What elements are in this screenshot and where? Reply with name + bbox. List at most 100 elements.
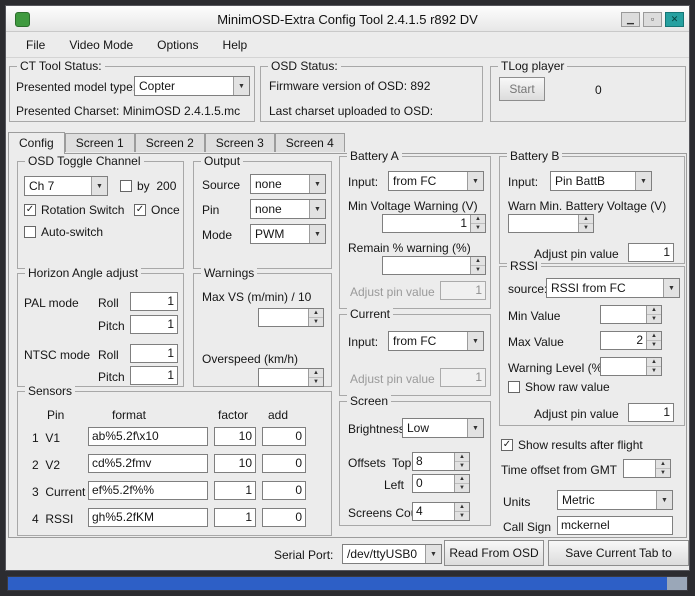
chevron-down-icon[interactable] xyxy=(309,175,325,193)
chevron-down-icon[interactable] xyxy=(309,225,325,243)
overspeed-spinner[interactable] xyxy=(258,368,324,387)
maximize-button[interactable] xyxy=(643,12,662,27)
sensor-factor-field[interactable]: 1 xyxy=(214,481,256,500)
battery-a-input-select[interactable]: from FC xyxy=(388,171,484,191)
save-current-tab-button[interactable]: Save Current Tab to xyxy=(548,540,689,566)
sensor-add-field[interactable]: 0 xyxy=(262,427,306,446)
offset-left-spinner[interactable]: 0 xyxy=(412,474,470,493)
spin-up-icon[interactable] xyxy=(309,309,323,317)
chevron-down-icon[interactable] xyxy=(467,419,483,437)
sensor-add-field[interactable]: 0 xyxy=(262,481,306,500)
spin-up-icon[interactable] xyxy=(471,257,485,265)
spin-down-icon[interactable] xyxy=(471,265,485,274)
tab-config[interactable]: Config xyxy=(8,132,65,154)
chevron-down-icon[interactable] xyxy=(233,77,249,95)
sensor-add-field[interactable]: 0 xyxy=(262,508,306,527)
spin-down-icon[interactable] xyxy=(471,223,485,232)
spin-down-icon[interactable] xyxy=(647,314,661,323)
output-mode-select[interactable]: PWM xyxy=(250,224,326,244)
spin-down-icon[interactable] xyxy=(455,461,469,470)
sensor-format-field[interactable]: ef%5.2f%% xyxy=(88,481,208,500)
chevron-down-icon[interactable] xyxy=(309,200,325,218)
ntsc-pitch-field[interactable]: 1 xyxy=(130,366,178,385)
battery-b-input-select[interactable]: Pin BattB xyxy=(550,171,652,191)
chevron-down-icon[interactable] xyxy=(635,172,651,190)
spin-up-icon[interactable] xyxy=(455,453,469,461)
spin-up-icon[interactable] xyxy=(656,460,670,468)
spin-up-icon[interactable] xyxy=(579,215,593,223)
tab-screen-2[interactable]: Screen 2 xyxy=(135,133,205,152)
spin-down-icon[interactable] xyxy=(656,468,670,477)
sensor-factor-field[interactable]: 1 xyxy=(214,508,256,527)
auto-switch-checkbox[interactable]: Auto-switch xyxy=(24,225,103,239)
show-raw-value-checkbox[interactable]: Show raw value xyxy=(508,380,610,394)
gmt-offset-spinner[interactable] xyxy=(623,459,671,478)
offset-top-spinner[interactable]: 8 xyxy=(412,452,470,471)
battery-b-adjust-field[interactable]: 1 xyxy=(628,243,674,262)
pal-pitch-field[interactable]: 1 xyxy=(130,315,178,334)
spin-up-icon[interactable] xyxy=(647,358,661,366)
rssi-source-select[interactable]: RSSI from FC xyxy=(546,278,680,298)
spin-down-icon[interactable] xyxy=(579,223,593,232)
read-from-osd-button[interactable]: Read From OSD xyxy=(444,540,544,566)
ntsc-roll-field[interactable]: 1 xyxy=(130,344,178,363)
menu-help[interactable]: Help xyxy=(211,34,260,56)
spin-down-icon[interactable] xyxy=(455,511,469,520)
chevron-down-icon[interactable] xyxy=(467,332,483,350)
once-checkbox[interactable]: Once xyxy=(134,203,180,217)
current-input-select[interactable]: from FC xyxy=(388,331,484,351)
spin-down-icon[interactable] xyxy=(647,366,661,375)
sensor-format-field[interactable]: ab%5.2f\x10 xyxy=(88,427,208,446)
call-sign-field[interactable]: mckernel xyxy=(557,516,673,535)
rotation-switch-checkbox[interactable]: Rotation Switch xyxy=(24,203,124,217)
tab-screen-4[interactable]: Screen 4 xyxy=(275,133,345,152)
min-voltage-warning-spinner[interactable]: 1 xyxy=(382,214,486,233)
max-vs-spinner[interactable] xyxy=(258,308,324,327)
close-button[interactable] xyxy=(665,12,684,27)
spin-up-icon[interactable] xyxy=(309,369,323,377)
minimize-button[interactable] xyxy=(621,12,640,27)
output-source-select[interactable]: none xyxy=(250,174,326,194)
chevron-down-icon[interactable] xyxy=(467,172,483,190)
tlog-start-button[interactable]: Start xyxy=(499,77,545,101)
spin-down-icon[interactable] xyxy=(455,483,469,492)
tab-screen-1[interactable]: Screen 1 xyxy=(65,133,135,152)
menu-file[interactable]: File xyxy=(14,34,57,56)
spin-down-icon[interactable] xyxy=(309,317,323,326)
chevron-down-icon[interactable] xyxy=(663,279,679,297)
rssi-adjust-field[interactable]: 1 xyxy=(628,403,674,422)
spin-up-icon[interactable] xyxy=(471,215,485,223)
sensor-add-field[interactable]: 0 xyxy=(262,454,306,473)
spin-up-icon[interactable] xyxy=(455,503,469,511)
spin-down-icon[interactable] xyxy=(647,340,661,349)
output-pin-select[interactable]: none xyxy=(250,199,326,219)
chevron-down-icon[interactable] xyxy=(91,177,107,195)
rssi-min-spinner[interactable] xyxy=(600,305,662,324)
rssi-max-spinner[interactable]: 2 xyxy=(600,331,662,350)
by-200-checkbox[interactable]: by 200 xyxy=(120,179,176,193)
sensor-format-field[interactable]: cd%5.2fmv xyxy=(88,454,208,473)
remain-warning-spinner[interactable] xyxy=(382,256,486,275)
show-results-checkbox[interactable]: Show results after flight xyxy=(501,438,643,452)
rssi-warning-level-spinner[interactable] xyxy=(600,357,662,376)
menu-video-mode[interactable]: Video Mode xyxy=(57,34,145,56)
pal-roll-field[interactable]: 1 xyxy=(130,292,178,311)
chevron-down-icon[interactable] xyxy=(656,491,672,509)
spin-up-icon[interactable] xyxy=(647,332,661,340)
screens-count-spinner[interactable]: 4 xyxy=(412,502,470,521)
toggle-channel-select[interactable]: Ch 7 xyxy=(24,176,108,196)
spin-up-icon[interactable] xyxy=(455,475,469,483)
menu-options[interactable]: Options xyxy=(145,34,210,56)
spin-down-icon[interactable] xyxy=(309,377,323,386)
tab-screen-3[interactable]: Screen 3 xyxy=(205,133,275,152)
spin-up-icon[interactable] xyxy=(647,306,661,314)
brightness-select[interactable]: Low xyxy=(402,418,484,438)
warn-min-voltage-spinner[interactable] xyxy=(508,214,594,233)
units-select[interactable]: Metric xyxy=(557,490,673,510)
sensor-format-field[interactable]: gh%5.2fKM xyxy=(88,508,208,527)
sensor-factor-field[interactable]: 10 xyxy=(214,427,256,446)
chevron-down-icon[interactable] xyxy=(425,545,441,563)
sensor-factor-field[interactable]: 10 xyxy=(214,454,256,473)
model-type-select[interactable]: Copter xyxy=(134,76,250,96)
serial-port-select[interactable]: /dev/ttyUSB0 xyxy=(342,544,442,564)
